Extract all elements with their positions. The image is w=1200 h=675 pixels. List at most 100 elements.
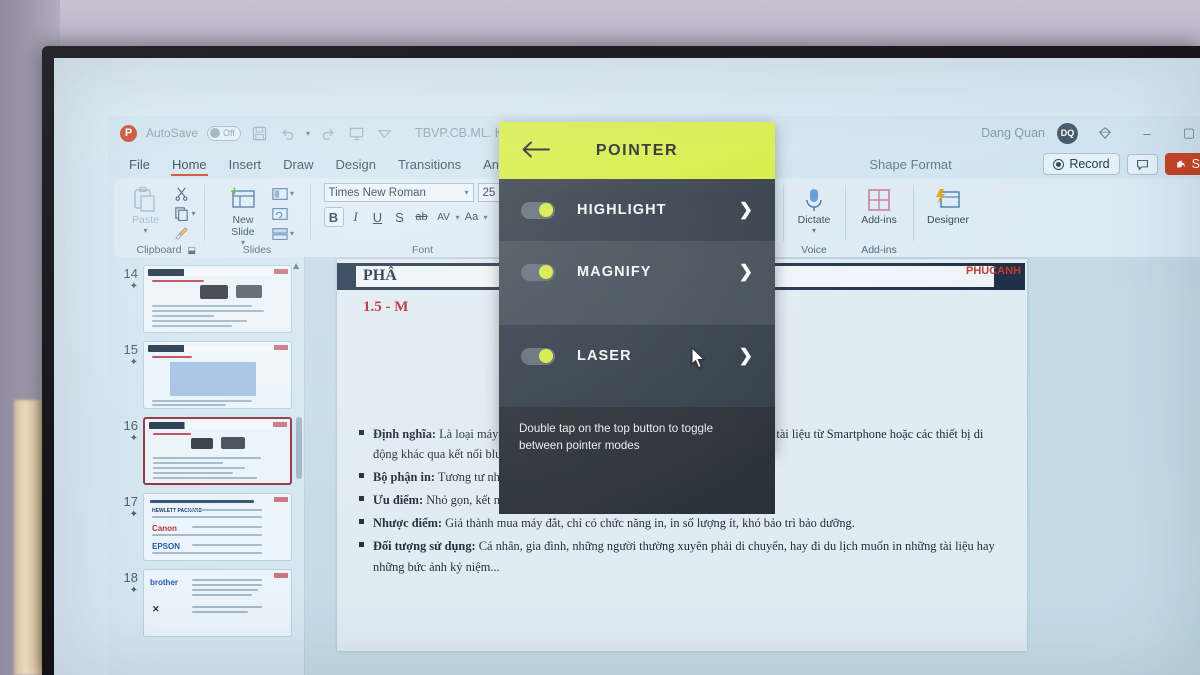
undo-dropdown-icon[interactable]: ▾ [306, 129, 310, 138]
thumbnail-item[interactable]: 18 ✦ brother ✕ [108, 565, 304, 641]
thumbnail-item-selected[interactable]: 16 ✦ [108, 413, 304, 489]
dictate-dropdown-icon[interactable]: ▾ [812, 226, 816, 236]
character-spacing-dropdown-icon[interactable]: ▾ [456, 213, 460, 222]
cut-button[interactable] [174, 185, 195, 202]
change-case-dropdown-icon[interactable]: ▾ [484, 213, 488, 222]
comments-button[interactable] [1126, 153, 1158, 175]
star-icon: ✦ [129, 509, 138, 521]
title-bar-right: Dang Quan DQ – ▢ ✕ [981, 120, 1200, 146]
dictate-button[interactable]: Dictate ▾ [791, 183, 837, 236]
italic-button[interactable]: I [346, 207, 366, 227]
tab-transitions[interactable]: Transitions [387, 154, 472, 177]
designer-button[interactable]: Designer [918, 183, 978, 227]
paste-dropdown-icon[interactable]: ▾ [143, 226, 147, 236]
tab-design[interactable]: Design [325, 154, 387, 177]
tab-home[interactable]: Home [161, 154, 218, 177]
record-button[interactable]: Record [1043, 153, 1120, 175]
text-shadow-button[interactable]: S [390, 207, 410, 227]
bullet-term: Ưu điểm: [373, 493, 424, 508]
strikethrough-button[interactable]: ab [412, 207, 432, 227]
thumbnail-preview[interactable] [143, 265, 292, 333]
microphone-icon [803, 185, 825, 215]
character-spacing-button[interactable]: AV [434, 207, 454, 227]
highlight-label: HIGHLIGHT [577, 202, 667, 218]
pointer-item-laser[interactable]: LASER ❯ [499, 325, 775, 387]
pointer-item-highlight[interactable]: HIGHLIGHT ❯ [499, 179, 775, 241]
dictate-label: Dictate [797, 214, 831, 226]
underline-button[interactable]: U [368, 207, 388, 227]
thumb-title-bar [149, 422, 276, 429]
chevron-right-icon[interactable]: ❯ [739, 200, 753, 220]
clipboard-small-buttons: ▾ [174, 183, 196, 242]
magnify-toggle[interactable] [521, 263, 555, 281]
thumbnail-preview[interactable] [143, 417, 292, 485]
copy-button[interactable]: ▾ [174, 205, 196, 222]
font-name-combobox[interactable]: Times New Roman ▾ [323, 183, 474, 202]
layout-button[interactable]: ▾ [272, 185, 294, 202]
add-ins-button[interactable]: Add-ins [850, 183, 908, 227]
tab-shape-format[interactable]: Shape Format [858, 154, 962, 177]
change-case-button[interactable]: Aa [462, 207, 482, 227]
minimize-button[interactable]: – [1132, 120, 1162, 146]
pointer-item-magnify[interactable]: MAGNIFY ❯ [499, 241, 775, 303]
powerpoint-window: P AutoSave Off ▾ TBVP.CB.ML. Kiến thức D… [108, 116, 1200, 675]
thumbnail-item[interactable]: 15 ✦ [108, 337, 304, 413]
start-presentation-icon[interactable] [347, 124, 366, 143]
autosave-label: AutoSave [146, 126, 199, 140]
lamp-glow [14, 400, 44, 675]
record-label: Record [1069, 157, 1110, 171]
format-painter-button[interactable] [174, 225, 195, 242]
ribbon-tabs-right: Record Share ▾ [1043, 153, 1200, 177]
brand-xerox-icon: ✕ [152, 604, 160, 614]
thumbnails-scroll-up-icon[interactable]: ▲ [291, 261, 301, 272]
designer-icon [934, 185, 962, 215]
slide-thumbnail-pane[interactable]: ▲ 14 ✦ 15 ✦ 16 ✦ 17 ✦ HEWLETT PACKARD Ca… [108, 257, 305, 675]
font-size-value: 25 [482, 186, 496, 199]
thumbnail-meta: 14 ✦ [114, 265, 138, 292]
maximize-button[interactable]: ▢ [1174, 120, 1200, 146]
laser-toggle[interactable] [521, 347, 555, 365]
diamond-icon[interactable] [1090, 120, 1120, 146]
pointer-overlay-panel[interactable]: POINTER HIGHLIGHT ❯ MAGNIFY ❯ LASER ❯ Do… [499, 122, 775, 514]
chevron-right-icon[interactable]: ❯ [739, 346, 753, 366]
section-button[interactable]: ▾ [272, 225, 294, 242]
redo-icon[interactable] [319, 124, 338, 143]
thumbnail-item[interactable]: 17 ✦ HEWLETT PACKARD Canon EPSON [108, 489, 304, 565]
reset-button[interactable] [272, 205, 294, 222]
thumbnail-preview[interactable]: HEWLETT PACKARD Canon EPSON [143, 493, 292, 561]
new-slide-button[interactable]: New Slide ▾ [220, 183, 266, 247]
copy-dropdown-icon[interactable]: ▾ [191, 209, 195, 218]
customize-quick-access-icon[interactable] [375, 124, 394, 143]
thumbnails-scrollbar[interactable] [296, 417, 302, 479]
font-name-dropdown-icon[interactable]: ▾ [464, 188, 468, 197]
chevron-right-icon[interactable]: ❯ [739, 262, 753, 282]
thumb-corner-logo [274, 269, 288, 274]
clipboard-dialog-launcher[interactable]: ⬓ [187, 245, 196, 256]
wall-background-top [0, 0, 1200, 46]
slide-subtitle: 1.5 - M [363, 299, 409, 315]
tab-draw[interactable]: Draw [272, 154, 324, 177]
share-label: Share [1191, 157, 1200, 171]
thumbnail-meta: 15 ✦ [114, 341, 138, 368]
comment-icon [1136, 159, 1148, 171]
thumbnail-preview[interactable]: brother ✕ [143, 569, 292, 637]
section-dropdown-icon[interactable]: ▾ [290, 229, 294, 238]
undo-icon[interactable] [278, 124, 297, 143]
share-button[interactable]: Share ▾ [1164, 153, 1200, 175]
layout-dropdown-icon[interactable]: ▾ [290, 189, 294, 198]
avatar[interactable]: DQ [1057, 122, 1078, 144]
font-name-value: Times New Roman [328, 186, 426, 199]
tab-insert[interactable]: Insert [218, 154, 273, 177]
thumbnail-item[interactable]: 14 ✦ [108, 261, 304, 337]
highlight-toggle[interactable] [521, 201, 555, 219]
bold-button[interactable]: B [323, 207, 344, 227]
back-arrow-icon[interactable] [521, 140, 551, 161]
save-icon[interactable] [250, 124, 269, 143]
paste-button[interactable]: Paste ▾ [122, 183, 168, 236]
new-slide-label: New Slide [231, 214, 255, 238]
thumbnail-preview[interactable] [143, 341, 292, 409]
autosave-toggle[interactable]: Off [207, 125, 242, 141]
tab-file[interactable]: File [118, 154, 161, 177]
ribbon-group-designer: Designer [913, 179, 983, 257]
addins-group-label: Add-ins [861, 244, 897, 256]
